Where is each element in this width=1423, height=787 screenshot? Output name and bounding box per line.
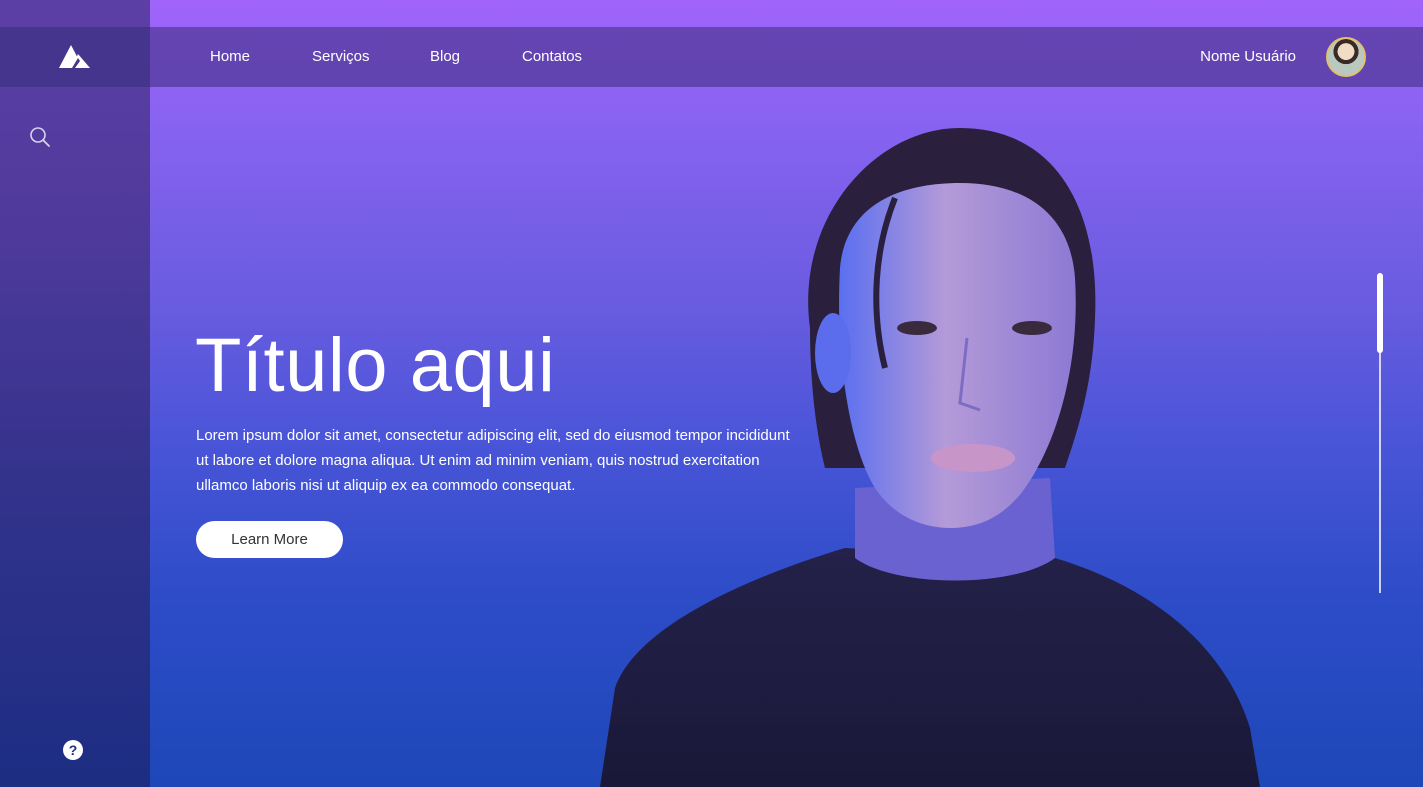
user-name[interactable]: Nome Usuário (1200, 48, 1296, 65)
mountain-logo-icon (59, 45, 90, 68)
hero-description: Lorem ipsum dolor sit amet, consectetur … (196, 427, 790, 494)
nav-item-contatos[interactable]: Contatos (522, 48, 582, 65)
search-icon[interactable] (29, 126, 51, 148)
nav-item-servicos[interactable]: Serviços (312, 48, 370, 65)
nav-item-blog[interactable]: Blog (430, 48, 460, 65)
learn-more-button[interactable]: Learn More (196, 521, 343, 558)
top-navbar: Home Serviços Blog Contatos Nome Usuário (150, 27, 1423, 87)
sidebar: ? (0, 0, 150, 787)
avatar[interactable] (1326, 37, 1366, 77)
logo[interactable] (0, 27, 150, 87)
help-icon[interactable]: ? (63, 740, 83, 760)
hero-title: Título aqui (195, 323, 556, 408)
nav-item-home[interactable]: Home (210, 48, 250, 65)
scroll-thumb[interactable] (1377, 273, 1383, 353)
